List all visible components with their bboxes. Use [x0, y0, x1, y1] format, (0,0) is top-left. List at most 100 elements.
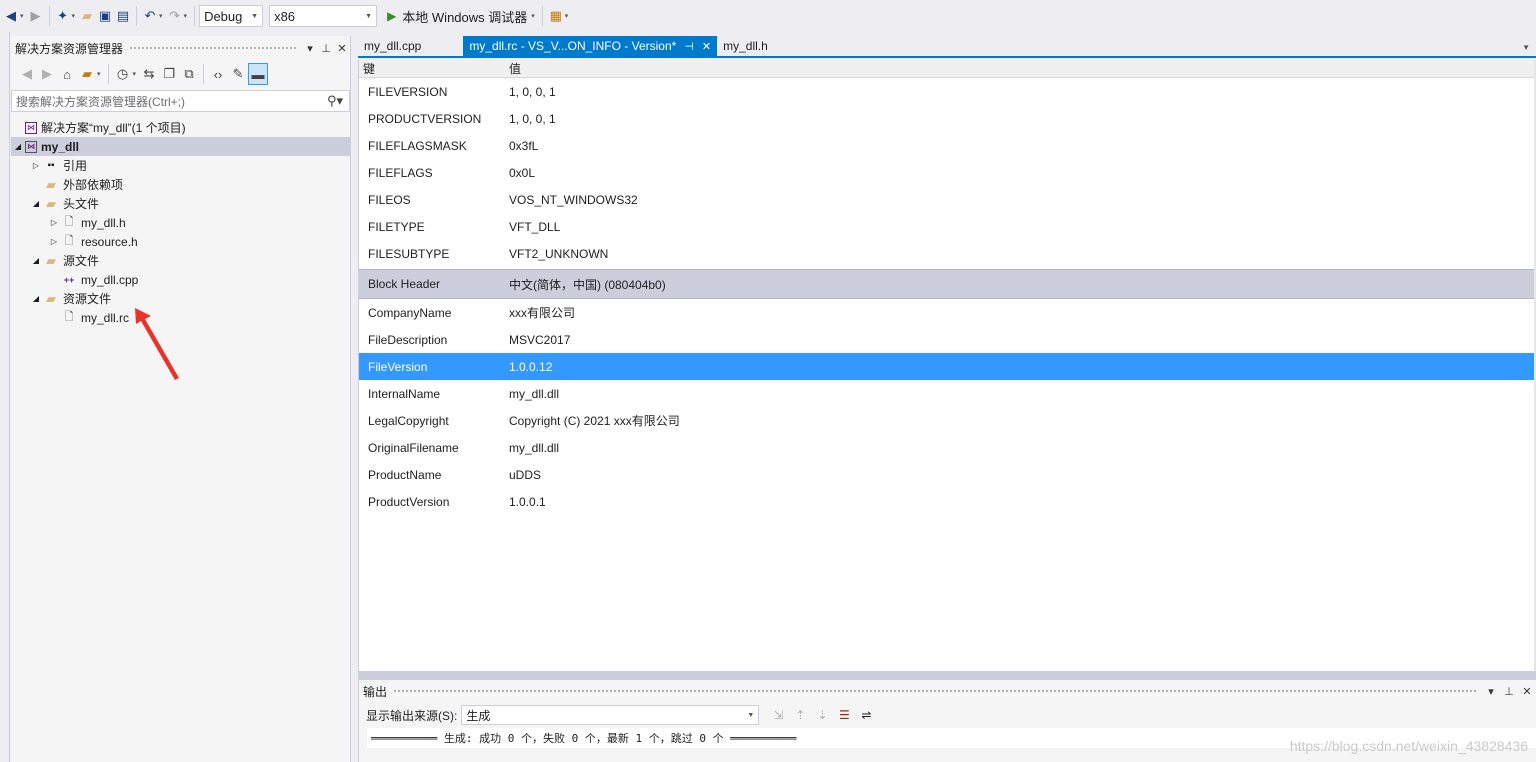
redo-dropdown-icon[interactable]: ▾	[184, 12, 191, 20]
drag-grip[interactable]	[129, 45, 296, 51]
close-icon[interactable]: ✕	[1518, 685, 1536, 698]
version-value[interactable]: 1.0.0.1	[509, 495, 1536, 509]
clear-all-icon[interactable]: ☰	[833, 704, 855, 726]
version-value[interactable]: my_dll.dll	[509, 387, 1536, 401]
version-value[interactable]: VFT_DLL	[509, 220, 1536, 234]
platform-select[interactable]: x86 ▼	[269, 5, 378, 27]
version-value[interactable]: 0x3fL	[509, 139, 1536, 153]
sync-icon[interactable]: ⇆	[139, 63, 159, 85]
string-row[interactable]: InternalName my_dll.dll	[359, 380, 1536, 407]
pending-changes-filter-icon[interactable]: ◷	[113, 63, 133, 85]
next-message-icon[interactable]: ⇣	[811, 704, 833, 726]
version-row[interactable]: PRODUCTVERSION 1, 0, 0, 1	[359, 105, 1536, 132]
redo-icon[interactable]: ↷	[166, 5, 184, 27]
output-source-select[interactable]: 生成 ▼	[461, 705, 760, 725]
pin-icon[interactable]: ⊣	[684, 40, 694, 53]
pin-icon[interactable]: ⊥	[318, 42, 334, 55]
version-value[interactable]: 0x0L	[509, 166, 1536, 180]
preview-selected-icon[interactable]: ▬	[248, 63, 269, 85]
string-row[interactable]: ProductVersion 1.0.0.1	[359, 488, 1536, 515]
back-icon[interactable]: ◀	[17, 63, 37, 85]
version-row[interactable]: FILEFLAGSMASK 0x3fL	[359, 132, 1536, 159]
forward-icon[interactable]: ▶	[27, 5, 45, 27]
string-row[interactable]: LegalCopyright Copyright (C) 2021 xxx有限公…	[359, 407, 1536, 434]
configuration-select[interactable]: Debug ▼	[199, 5, 264, 27]
column-key-header[interactable]: 键	[359, 60, 509, 77]
save-all-icon[interactable]: ▤	[114, 5, 132, 27]
toolbar-options-icon[interactable]: ▾	[565, 12, 572, 20]
undo-icon[interactable]: ↶	[141, 5, 159, 27]
tab-my-dll-cpp[interactable]: my_dll.cpp	[358, 36, 427, 56]
expand-arrow-icon[interactable]: ▷	[29, 161, 43, 170]
back-icon[interactable]: ◀	[2, 5, 20, 27]
tab-overflow-dropdown-icon[interactable]: ▼	[1522, 43, 1536, 56]
version-value[interactable]: Copyright (C) 2021 xxx有限公司	[509, 412, 1536, 429]
version-value[interactable]: VFT2_UNKNOWN	[509, 247, 1536, 261]
find-in-files-icon[interactable]: ▦	[547, 5, 565, 27]
string-row-selected[interactable]: FileVersion 1.0.0.12	[359, 353, 1536, 380]
tab-my-dll-rc-version[interactable]: my_dll.rc - VS_V...ON_INFO - Version* ⊣ …	[463, 36, 718, 56]
tree-item-headers-folder[interactable]: ◢ ▰ 头文件	[11, 194, 350, 213]
tree-item-resource-file[interactable]: 🗋 my_dll.rc	[11, 308, 350, 327]
show-all-files-icon[interactable]: ⧉	[179, 63, 199, 85]
column-value-header[interactable]: 值	[509, 60, 521, 77]
expand-arrow-icon[interactable]: ▷	[47, 237, 61, 246]
collapse-arrow-icon[interactable]: ◢	[29, 294, 43, 303]
version-value[interactable]: MSVC2017	[509, 333, 1536, 347]
search-icon[interactable]: ⚲▾	[327, 93, 343, 109]
version-value[interactable]: 1.0.0.12	[509, 360, 1536, 374]
version-value[interactable]: xxx有限公司	[509, 304, 1536, 321]
string-row[interactable]: FileDescription MSVC2017	[359, 326, 1536, 353]
properties-wrench-icon[interactable]: ✎	[228, 63, 248, 85]
previous-message-icon[interactable]: ⇡	[789, 704, 811, 726]
tree-item-references[interactable]: ▷ ▪▪ 引用	[11, 156, 350, 175]
forward-icon[interactable]: ▶	[37, 63, 57, 85]
block-header-row[interactable]: Block Header 中文(简体，中国) (080404b0)	[359, 269, 1536, 299]
close-icon[interactable]: ✕	[702, 40, 711, 53]
version-row[interactable]: FILESUBTYPE VFT2_UNKNOWN	[359, 240, 1536, 267]
version-row[interactable]: FILEOS VOS_NT_WINDOWS32	[359, 186, 1536, 213]
version-row[interactable]: FILEVERSION 1, 0, 0, 1	[359, 78, 1536, 105]
collapse-arrow-icon[interactable]: ◢	[11, 142, 25, 151]
solution-search-input[interactable]: 搜索解决方案资源管理器(Ctrl+;) ⚲▾	[11, 90, 350, 112]
collapse-arrow-icon[interactable]: ◢	[29, 199, 43, 208]
expand-arrow-icon[interactable]: ▷	[47, 218, 61, 227]
version-value[interactable]: 中文(简体，中国) (080404b0)	[509, 276, 1536, 293]
string-row[interactable]: OriginalFilename my_dll.dll	[359, 434, 1536, 461]
chevron-down-icon[interactable]: ▾	[1482, 685, 1500, 698]
string-row[interactable]: CompanyName xxx有限公司	[359, 299, 1536, 326]
start-debugging-button[interactable]: ▶ 本地 Windows 调试器	[383, 7, 531, 26]
save-icon[interactable]: ▣	[96, 5, 114, 27]
tree-item-external-deps[interactable]: ▰ 外部依赖项	[11, 175, 350, 194]
version-value[interactable]: 1, 0, 0, 1	[509, 112, 1536, 126]
string-row[interactable]: ProductName uDDS	[359, 461, 1536, 488]
home-icon[interactable]: ⌂	[57, 63, 77, 85]
drag-grip[interactable]	[393, 688, 1476, 694]
version-value[interactable]: uDDS	[509, 468, 1536, 482]
tree-item-sources-folder[interactable]: ◢ ▰ 源文件	[11, 251, 350, 270]
pin-icon[interactable]: ⊥	[1500, 685, 1518, 698]
switch-views-icon[interactable]: ▰	[77, 63, 97, 85]
chevron-down-icon[interactable]: ▾	[302, 42, 318, 55]
version-row[interactable]: FILEFLAGS 0x0L	[359, 159, 1536, 186]
collapse-arrow-icon[interactable]: ◢	[29, 256, 43, 265]
collapse-all-icon[interactable]: ❐	[159, 63, 179, 85]
splitter[interactable]	[359, 672, 1536, 680]
tree-item-source-file[interactable]: ++ my_dll.cpp	[11, 270, 350, 289]
debug-target-dropdown-icon[interactable]: ▾	[531, 12, 538, 20]
tree-item-resources-folder[interactable]: ◢ ▰ 资源文件	[11, 289, 350, 308]
tree-item-project[interactable]: ◢ ⋈ my_dll	[11, 137, 350, 156]
go-to-location-icon[interactable]: ⇲	[767, 704, 789, 726]
version-value[interactable]: VOS_NT_WINDOWS32	[509, 193, 1536, 207]
tree-item-header-file[interactable]: ▷ 🗋 my_dll.h	[11, 213, 350, 232]
word-wrap-icon[interactable]: ⇌	[855, 704, 877, 726]
new-project-icon[interactable]: ✦	[54, 5, 72, 27]
close-icon[interactable]: ✕	[334, 42, 350, 55]
version-value[interactable]: my_dll.dll	[509, 441, 1536, 455]
version-row[interactable]: FILETYPE VFT_DLL	[359, 213, 1536, 240]
tree-item-solution[interactable]: ⋈ 解决方案“my_dll”(1 个项目)	[11, 118, 350, 137]
tab-my-dll-h[interactable]: my_dll.h	[717, 36, 774, 56]
switch-views-dropdown-icon[interactable]: ▾	[97, 70, 104, 78]
open-folder-icon[interactable]: ▰	[78, 5, 96, 27]
version-value[interactable]: 1, 0, 0, 1	[509, 85, 1536, 99]
